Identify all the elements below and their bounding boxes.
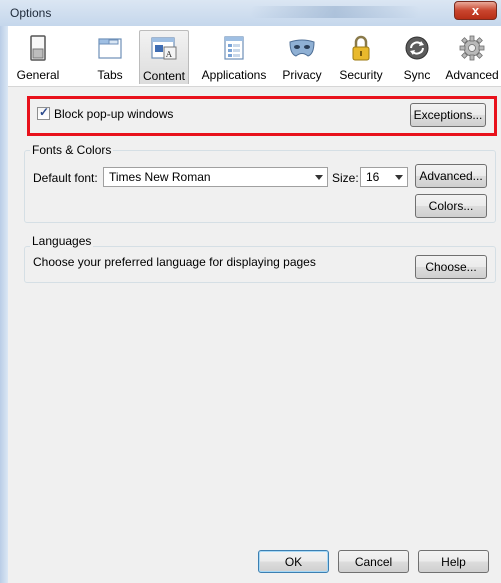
default-font-label: Default font: [33, 171, 98, 185]
pane-label: Advanced [445, 68, 499, 82]
tabs-window-icon [98, 38, 122, 59]
font-advanced-button[interactable]: Advanced... [415, 164, 487, 188]
chevron-down-icon [315, 175, 323, 180]
close-button[interactable]: x [454, 1, 497, 20]
size-label: Size: [332, 171, 359, 185]
sync-arrows-icon [405, 36, 429, 60]
pane-advanced[interactable]: Advanced [444, 30, 500, 84]
chevron-down-icon [395, 175, 403, 180]
exceptions-button[interactable]: Exceptions... [410, 103, 486, 127]
languages-legend: Languages [30, 234, 94, 248]
default-font-value: Times New Roman [109, 170, 211, 184]
font-size-select[interactable]: 16 [360, 167, 408, 187]
pane-privacy[interactable]: Privacy [277, 30, 327, 84]
pane-tabs[interactable]: Tabs [86, 30, 134, 84]
general-switch-icon [30, 35, 46, 61]
svg-text:A: A [165, 50, 172, 59]
title-bar-blur [250, 6, 420, 18]
pane-content[interactable]: A Content [139, 30, 189, 84]
font-size-value: 16 [366, 170, 380, 184]
privacy-mask-icon [289, 39, 315, 57]
block-popups-checkbox[interactable] [37, 105, 50, 120]
pane-security[interactable]: Security [332, 30, 390, 84]
advanced-gear-icon [459, 35, 485, 61]
pane-toolbar: General Tabs A Content Applications Priv… [8, 26, 501, 87]
fonts-colors-legend: Fonts & Colors [30, 143, 114, 157]
default-font-select[interactable]: Times New Roman [103, 167, 328, 187]
applications-list-icon [224, 36, 244, 60]
colors-button[interactable]: Colors... [415, 194, 487, 218]
pane-label: Content [142, 69, 186, 83]
window-frame-edge [0, 26, 8, 583]
pane-label: Privacy [282, 68, 322, 82]
pane-label: General [16, 68, 60, 82]
choose-language-button[interactable]: Choose... [415, 255, 487, 279]
languages-description: Choose your preferred language for displ… [33, 255, 316, 269]
content-page-icon: A [151, 37, 177, 60]
pane-label: Sync [403, 68, 431, 82]
cancel-button[interactable]: Cancel [338, 550, 409, 573]
help-button[interactable]: Help [418, 550, 489, 573]
window-title: Options [10, 6, 52, 20]
pane-applications[interactable]: Applications [196, 30, 272, 84]
block-popups-label[interactable]: Block pop-up windows [54, 107, 173, 121]
pane-sync[interactable]: Sync [396, 30, 438, 84]
pane-label: Security [339, 68, 383, 82]
title-bar[interactable]: Options x [0, 0, 501, 27]
security-lock-icon [352, 35, 370, 61]
pane-general[interactable]: General [10, 30, 66, 84]
ok-button[interactable]: OK [258, 550, 329, 573]
pane-label: Applications [201, 68, 267, 82]
pane-label: Tabs [97, 68, 123, 82]
